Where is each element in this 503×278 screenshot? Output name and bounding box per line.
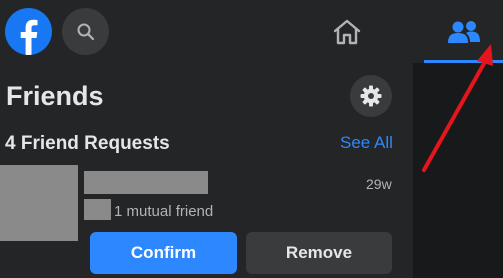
request-time: 29w [366, 176, 392, 192]
search-button[interactable] [62, 8, 109, 55]
avatar[interactable] [0, 165, 78, 241]
gear-icon [360, 85, 382, 107]
remove-button[interactable]: Remove [246, 232, 392, 274]
mutual-friend-avatar [84, 199, 111, 220]
home-icon [333, 19, 361, 44]
friend-requests-heading: 4 Friend Requests [5, 133, 170, 154]
page-title: Friends [6, 81, 104, 111]
see-all-link[interactable]: See All [340, 133, 393, 153]
mutual-friends-text[interactable]: 1 mutual friend [114, 203, 213, 220]
tab-home[interactable] [318, 0, 376, 63]
search-icon [77, 23, 94, 40]
requester-name-redacted[interactable] [84, 171, 208, 194]
tab-friends[interactable] [424, 0, 503, 63]
friends-panel: Friends 4 Friend Requests See All 29w 1 … [0, 63, 413, 278]
top-navigation-bar [0, 0, 503, 63]
friends-icon [447, 20, 480, 43]
settings-button[interactable] [350, 75, 392, 117]
facebook-logo-icon[interactable] [5, 8, 52, 55]
main-content-area [413, 63, 503, 278]
confirm-button[interactable]: Confirm [90, 232, 237, 274]
